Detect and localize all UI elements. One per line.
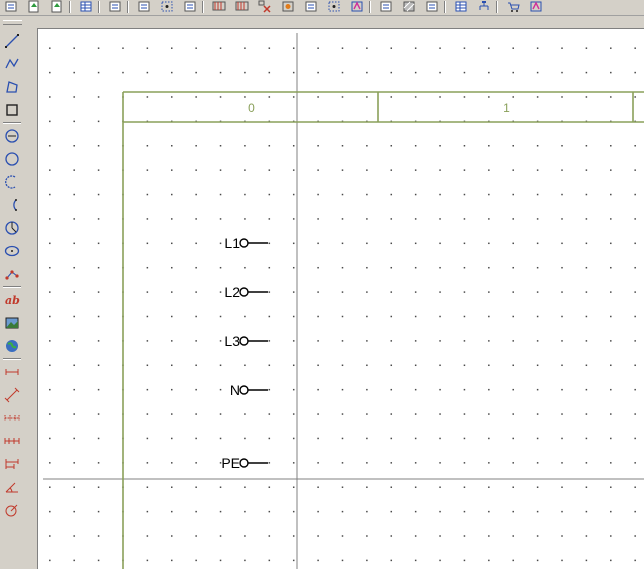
rectangle-tool-icon[interactable] xyxy=(3,101,21,119)
terminal-connection-point[interactable] xyxy=(239,238,249,248)
select-area-icon[interactable] xyxy=(137,0,151,13)
dimension-h-tool-icon[interactable] xyxy=(3,363,21,381)
circle-tool-icon[interactable] xyxy=(3,150,21,168)
hatch-icon[interactable] xyxy=(402,0,416,13)
cart-icon[interactable] xyxy=(506,0,520,13)
terminal-label: L1 xyxy=(224,235,240,251)
drawing-canvas[interactable]: 0 1 L1 L2 L3 N PE xyxy=(43,33,644,569)
edit-text-icon[interactable] xyxy=(379,0,393,13)
toolbar-separator xyxy=(69,1,71,13)
toolbar-separator xyxy=(202,1,204,13)
angle-tool-icon[interactable] xyxy=(3,219,21,237)
polyline-tool-icon[interactable] xyxy=(3,55,21,73)
terminal-label: L3 xyxy=(224,333,240,349)
save-green-icon[interactable] xyxy=(27,0,41,13)
select-dots-icon[interactable] xyxy=(160,0,174,13)
dimension-angle-tool-icon[interactable] xyxy=(3,478,21,496)
toolbar-separator xyxy=(369,1,371,13)
select-box-icon[interactable] xyxy=(183,0,197,13)
check-icon[interactable] xyxy=(529,0,543,13)
terminal-connection-point[interactable] xyxy=(239,458,249,468)
filter-pink-icon[interactable] xyxy=(350,0,364,13)
toolbar-separator xyxy=(444,1,446,13)
tool-separator xyxy=(3,122,21,124)
circle-center-tool-icon[interactable] xyxy=(3,127,21,145)
line-tool-icon[interactable] xyxy=(3,32,21,50)
tree-icon[interactable] xyxy=(477,0,491,13)
new-page-icon[interactable] xyxy=(4,0,18,13)
dimension-chain2-tool-icon[interactable] xyxy=(3,432,21,450)
tool-separator xyxy=(3,286,21,288)
terminal-label: N xyxy=(230,382,240,398)
terminal-connection-point[interactable] xyxy=(239,336,249,346)
export-green-icon[interactable] xyxy=(50,0,64,13)
arc-3pt-tool-icon[interactable] xyxy=(3,196,21,214)
filter-wire-icon[interactable] xyxy=(235,0,249,13)
text-tool-icon[interactable]: ab xyxy=(3,291,21,309)
dimension-radius-tool-icon[interactable] xyxy=(3,501,21,519)
svg-text:ab: ab xyxy=(5,294,20,307)
image-tool-icon[interactable] xyxy=(3,314,21,332)
drawing-tools-sidebar: ab xyxy=(0,16,25,569)
column-number-label: 0 xyxy=(248,101,255,115)
dimension-chain-tool-icon[interactable] xyxy=(3,409,21,427)
dimension-base-tool-icon[interactable] xyxy=(3,455,21,473)
filter-red-icon[interactable] xyxy=(258,0,272,13)
terminal-label: L2 xyxy=(224,284,240,300)
terminal-connection-point[interactable] xyxy=(239,287,249,297)
filter-box-icon[interactable] xyxy=(304,0,318,13)
filter-orange-icon[interactable] xyxy=(281,0,295,13)
component-icon[interactable] xyxy=(108,0,122,13)
dimension-diag-tool-icon[interactable] xyxy=(3,386,21,404)
node-tool-icon[interactable] xyxy=(3,265,21,283)
column-number-label: 1 xyxy=(503,101,510,115)
schematic-drawing[interactable]: 0 1 L1 L2 L3 N PE xyxy=(43,33,644,569)
terminal-strip-icon[interactable] xyxy=(212,0,226,13)
insert-block-icon[interactable] xyxy=(425,0,439,13)
terminal-connection-point[interactable] xyxy=(239,385,249,395)
toolbar-separator xyxy=(98,1,100,13)
toolbar-grip[interactable] xyxy=(3,20,22,25)
arc-tool-icon[interactable] xyxy=(3,173,21,191)
toolbar-separator xyxy=(127,1,129,13)
main-toolbar xyxy=(0,0,644,16)
tool-separator xyxy=(3,358,21,360)
terminal-label: PE xyxy=(221,455,240,471)
globe-tool-icon[interactable] xyxy=(3,337,21,355)
ellipse-tool-icon[interactable] xyxy=(3,242,21,260)
toolbar-separator xyxy=(496,1,498,13)
filter-dots-icon[interactable] xyxy=(327,0,341,13)
polygon-tool-icon[interactable] xyxy=(3,78,21,96)
table-icon[interactable] xyxy=(454,0,468,13)
properties-icon[interactable] xyxy=(79,0,93,13)
